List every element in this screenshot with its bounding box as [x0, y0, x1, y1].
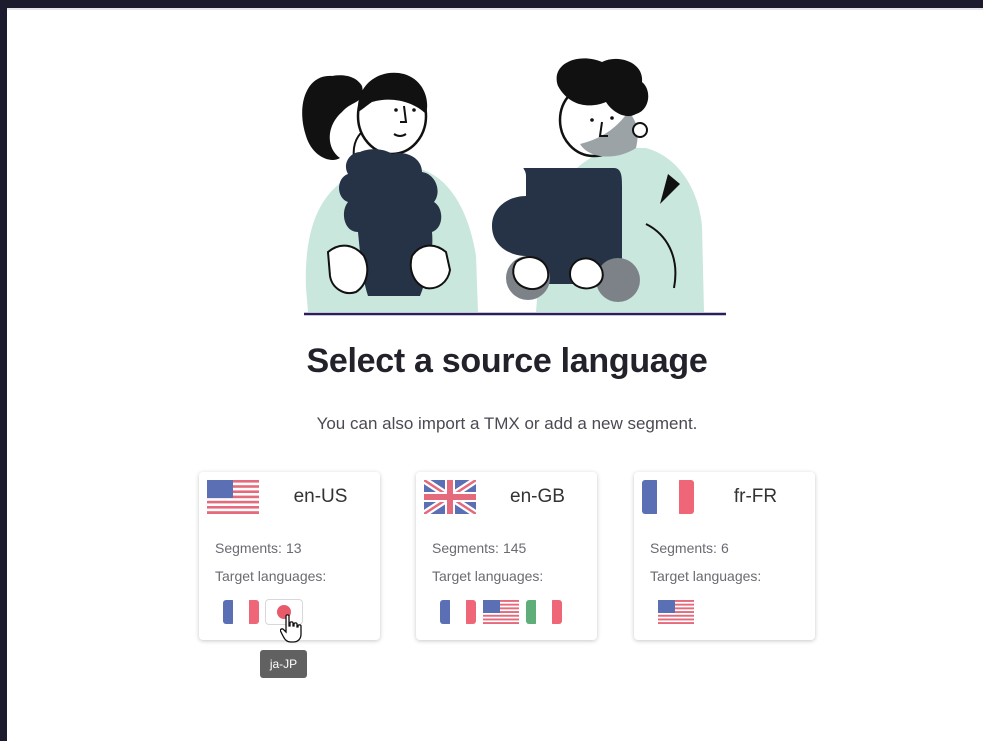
target-languages-label: Target languages: — [650, 568, 762, 584]
language-tooltip: ja-JP — [260, 650, 307, 678]
language-card-fr-fr[interactable]: fr-FR Segments: 6 Target languages: — [634, 472, 815, 640]
us-flag-icon[interactable] — [483, 600, 519, 624]
language-code: en-GB — [510, 486, 565, 507]
segments-count: Segments: 6 — [650, 540, 729, 556]
us-flag-icon — [207, 480, 259, 514]
language-code: fr-FR — [733, 486, 778, 507]
page-subtitle: You can also import a TMX or add a new s… — [316, 414, 698, 433]
segments-count: Segments: 145 — [432, 540, 527, 556]
language-code: en-US — [293, 486, 348, 507]
us-flag-icon[interactable] — [658, 600, 694, 624]
gb-flag-icon — [424, 480, 476, 514]
people-puzzle-illustration — [302, 58, 726, 316]
fr-flag-icon[interactable] — [223, 600, 259, 624]
window-top-bar — [0, 0, 983, 8]
target-languages-label: Target languages: — [432, 568, 544, 584]
hand-cursor-icon — [280, 614, 302, 643]
language-card-en-gb[interactable]: en-GB Segments: 145 Target languages: — [416, 472, 597, 640]
segments-count: Segments: 13 — [215, 540, 302, 556]
target-languages-label: Target languages: — [215, 568, 327, 584]
target-languages-list — [658, 600, 694, 624]
it-flag-icon[interactable] — [526, 600, 562, 624]
fr-flag-icon[interactable] — [440, 600, 476, 624]
woman-figure — [302, 72, 478, 312]
fr-flag-icon — [642, 480, 694, 514]
man-figure — [492, 58, 704, 312]
page-title: Select a source language — [306, 342, 708, 380]
target-languages-list — [440, 600, 562, 624]
